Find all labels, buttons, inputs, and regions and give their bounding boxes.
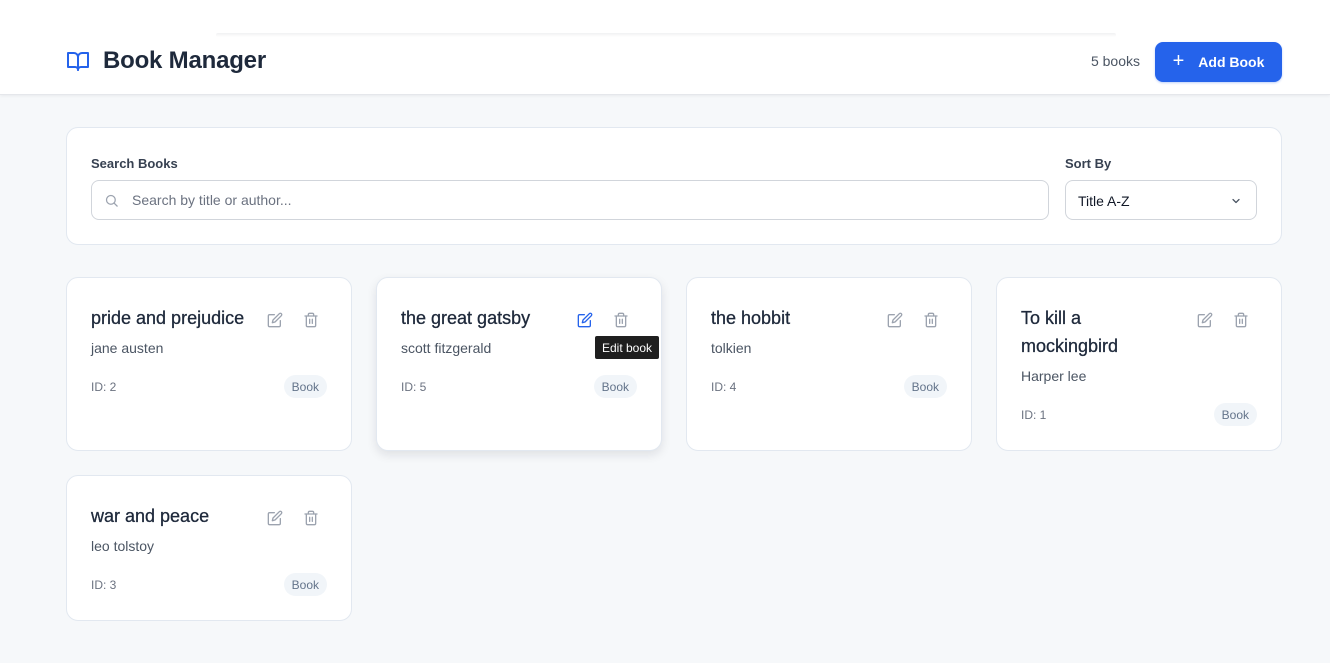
search-input[interactable] [132,181,1032,219]
edit-icon [267,510,283,526]
book-id: ID: 5 [401,380,427,394]
delete-book-button[interactable] [301,508,321,528]
app-header: Book Manager 5 books + Add Book [0,0,1330,95]
filter-panel: Search Books Sort By Title A-Z [66,127,1282,245]
book-author: jane austen [91,340,164,356]
edit-icon [887,312,903,328]
header-divider [216,33,1116,37]
book-badge: Book [593,375,637,398]
trash-icon [304,312,318,328]
edit-icon [267,312,283,328]
book-count: 5 books [1090,53,1140,69]
book-title: war and peace [91,506,210,526]
edit-book-button[interactable] [575,310,595,330]
book-id: ID: 3 [91,578,117,592]
book-title: the great gatsby [401,308,531,328]
page-title: Book Manager [103,47,266,74]
trash-icon [304,510,318,526]
search-label: Search Books [91,156,178,171]
book-badge: Book [283,375,327,398]
brand: Book Manager [66,47,266,75]
edit-tooltip: Edit book [595,336,660,359]
book-title: the hobbit [711,308,791,328]
chevron-down-icon [1232,198,1240,204]
edit-book-button[interactable] [885,310,905,330]
book-card: the hobbit tolkien ID: 4 Book [686,277,972,451]
book-badge: Book [903,375,947,398]
edit-book-button[interactable] [265,310,285,330]
book-card: the great gatsby scott fitzgerald ID: 5 … [376,277,662,451]
add-book-label: Add Book [1198,54,1265,70]
sort-selected-value: Title A-Z [1078,193,1130,209]
book-title: pride and prejudice [91,308,245,328]
book-badge: Book [1213,403,1257,426]
book-id: ID: 4 [711,380,737,394]
search-field[interactable] [91,180,1049,220]
search-icon [105,194,118,207]
book-author: tolkien [711,340,752,356]
book-card: war and peace leo tolstoy ID: 3 Book [66,475,352,621]
trash-icon [924,312,938,328]
book-card: pride and prejudice jane austen ID: 2 Bo… [66,277,352,451]
book-id: ID: 1 [1021,408,1047,422]
add-book-button[interactable]: + Add Book [1155,42,1282,82]
trash-icon [614,312,628,328]
delete-book-button[interactable] [301,310,321,330]
edit-book-button[interactable] [1195,310,1215,330]
edit-book-button[interactable] [265,508,285,528]
delete-book-button[interactable] [921,310,941,330]
plus-icon: + [1172,50,1185,72]
edit-icon [1197,312,1213,328]
edit-icon [577,312,593,328]
book-author: leo tolstoy [91,538,155,554]
book-author: scott fitzgerald [401,340,492,356]
book-open-icon [67,52,89,71]
book-title: To kill a mockingbird [1021,308,1119,356]
book-card: To kill a mockingbird Harper lee ID: 1 B… [996,277,1282,451]
sort-select[interactable]: Title A-Z [1065,180,1257,220]
delete-book-button[interactable] [611,310,631,330]
trash-icon [1234,312,1248,328]
book-badge: Book [283,573,327,596]
book-id: ID: 2 [91,380,117,394]
book-author: Harper lee [1021,368,1087,384]
delete-book-button[interactable] [1231,310,1251,330]
sort-label: Sort By [1065,156,1112,171]
